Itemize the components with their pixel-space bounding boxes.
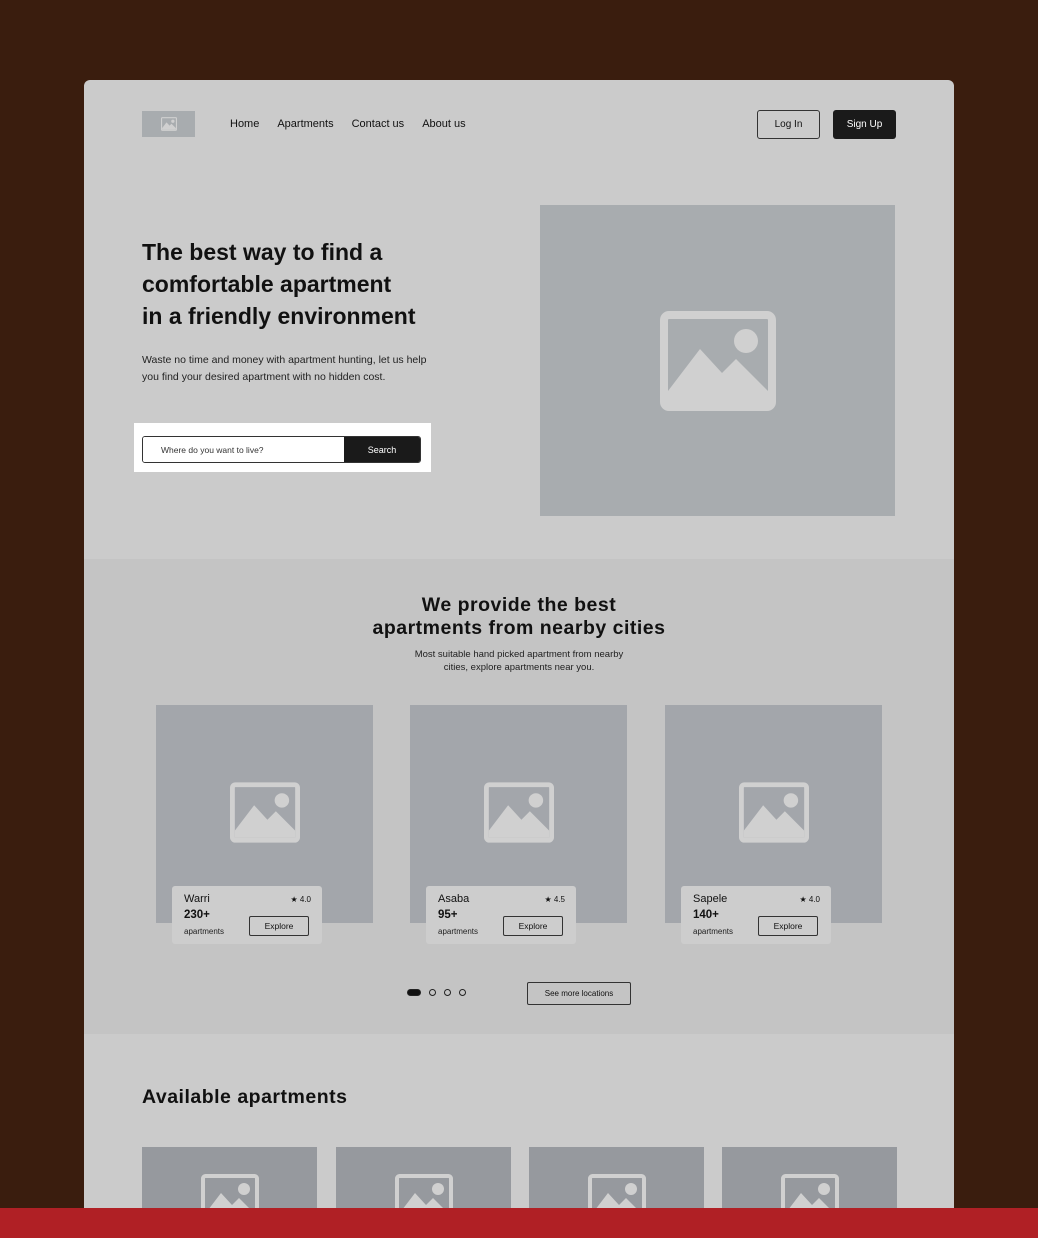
hero-title-line: comfortable apartment <box>142 271 392 297</box>
nav-apartments[interactable]: Apartments <box>277 118 333 130</box>
carousel-dot[interactable] <box>459 989 466 996</box>
hero-title-line: environment <box>277 303 416 329</box>
cities-subtitle: Most suitable hand picked apartment from… <box>84 648 954 674</box>
see-more-locations-button[interactable]: See more locations <box>527 982 631 1005</box>
nav-about-us[interactable]: About us <box>422 118 465 130</box>
city-count: 95+ <box>438 909 458 921</box>
carousel-dot-active[interactable] <box>407 989 421 996</box>
main-nav: Home Apartments Contact us About us <box>230 118 466 130</box>
image-icon <box>201 1174 259 1208</box>
city-name: Sapele <box>693 893 728 905</box>
city-card: Warri ★ 4.0 230+ apartments Explore <box>172 886 322 944</box>
city-count: 140+ <box>693 909 719 921</box>
available-apartments-title: Available apartments <box>142 1086 348 1108</box>
image-icon <box>484 782 554 843</box>
city-unit: apartments <box>184 927 225 936</box>
nav-home[interactable]: Home <box>230 118 259 130</box>
apartment-card-image[interactable] <box>336 1147 511 1208</box>
city-unit: apartments <box>438 927 479 936</box>
image-icon <box>395 1174 453 1208</box>
image-icon <box>230 782 300 843</box>
city-unit: apartments <box>693 927 734 936</box>
apartment-card-image[interactable] <box>142 1147 317 1208</box>
page-frame: Home Apartments Contact us About us Log … <box>84 80 954 1208</box>
city-name: Warri <box>184 893 210 905</box>
search-button[interactable]: Search <box>344 437 420 462</box>
hero-description: Waste no time and money with apartment h… <box>142 354 427 383</box>
carousel-dot[interactable] <box>429 989 436 996</box>
city-name: Asaba <box>438 893 470 905</box>
explore-button[interactable]: Explore <box>758 916 818 936</box>
apartment-card-image[interactable] <box>529 1147 704 1208</box>
city-card: Sapele ★ 4.0 140+ apartments Explore <box>681 886 831 944</box>
carousel-dot[interactable] <box>444 989 451 996</box>
city-card: Asaba ★ 4.5 95+ apartments Explore <box>426 886 576 944</box>
hero-title-line: in a <box>142 303 182 329</box>
login-button[interactable]: Log In <box>757 110 820 139</box>
city-rating: ★ 4.0 <box>799 895 820 904</box>
cities-subtitle-line: Most suitable hand picked apartment from… <box>414 649 624 660</box>
explore-button[interactable]: Explore <box>503 916 563 936</box>
search-bar: Search <box>142 436 421 463</box>
apartment-card-image[interactable] <box>722 1147 897 1208</box>
hero-image <box>540 205 895 516</box>
image-icon <box>781 1174 839 1208</box>
city-rating: ★ 4.5 <box>544 895 565 904</box>
hero-title: The best way to find a comfortable apart… <box>142 236 462 332</box>
cities-title-line: We provide the best <box>421 594 617 616</box>
logo[interactable] <box>142 111 195 137</box>
search-input[interactable] <box>143 437 344 462</box>
image-icon <box>588 1174 646 1208</box>
cities-section: We provide the best apartments from near… <box>84 559 954 1034</box>
hero-title-emphasis: friendly <box>188 303 272 329</box>
image-icon <box>660 311 776 411</box>
cities-title-line: apartments from nearby cities <box>372 617 666 639</box>
carousel-pagination <box>407 989 466 996</box>
bottom-bar <box>0 1208 1038 1238</box>
nav-contact-us[interactable]: Contact us <box>352 118 405 130</box>
image-icon <box>739 782 809 843</box>
signup-button[interactable]: Sign Up <box>833 110 896 139</box>
explore-button[interactable]: Explore <box>249 916 309 936</box>
city-rating: ★ 4.0 <box>290 895 311 904</box>
city-count: 230+ <box>184 909 210 921</box>
search-bar-container: Search <box>134 423 431 472</box>
cities-subtitle-line: cities, explore apartments near you. <box>443 662 595 673</box>
cities-title: We provide the best apartments from near… <box>84 594 954 640</box>
image-icon <box>161 117 177 131</box>
hero-title-line: The best way to find a <box>142 239 383 265</box>
